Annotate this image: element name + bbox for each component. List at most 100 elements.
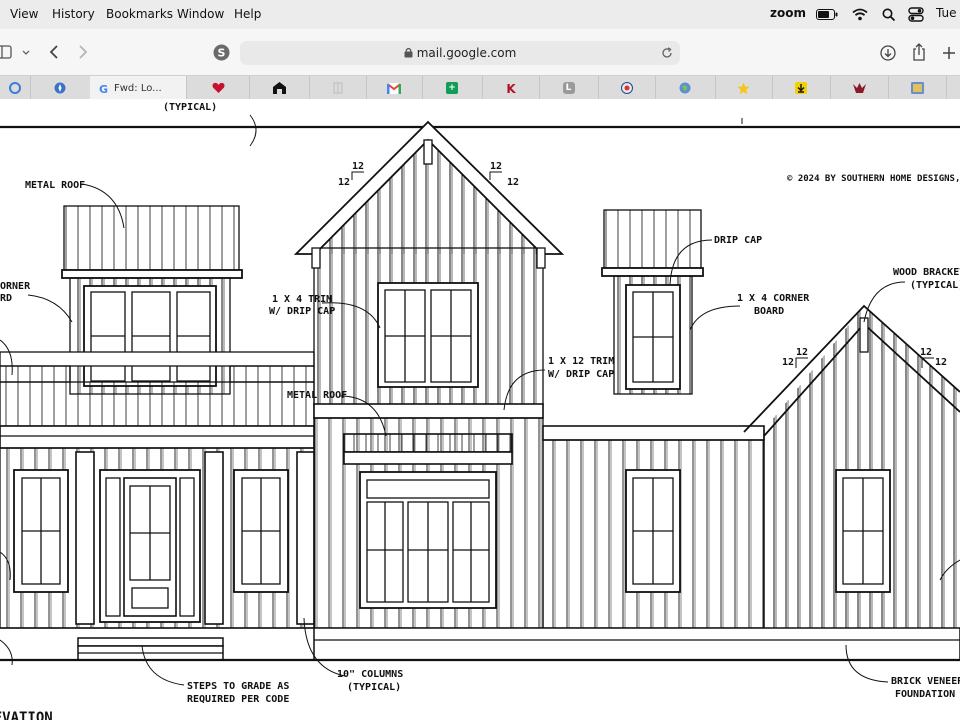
tab-6[interactable] [309,76,367,100]
pitch-rise-3: 12 [796,347,808,358]
tab-7[interactable] [366,76,423,100]
note-metal-roof-1: METAL ROOF [25,180,85,191]
left-dormer-roof [63,205,240,271]
porch-metal-roof [0,381,315,427]
porch-column-2 [204,451,224,625]
arch-logo-icon [272,82,286,94]
note-corner-2a: 1 X 4 CORNER [737,293,810,304]
compass-icon [54,82,66,94]
svg-text:S: S [218,47,226,60]
menu-history[interactable]: History [52,7,95,21]
pitch-rise-2: 12 [490,161,502,172]
share-icon[interactable] [912,43,926,61]
spotlight-search-icon[interactable] [882,8,896,22]
l-letter-icon: L [562,82,575,94]
note-bracket-b: (TYPICAL) [910,280,960,291]
gmail-icon [387,82,401,94]
sheets-icon: + [446,82,458,94]
chevron-down-icon[interactable] [22,50,30,56]
crown-icon [852,82,866,93]
menu-bookmarks[interactable]: Bookmarks [106,7,173,21]
menu-bar: View History Bookmarks Window Help zoom … [0,0,960,29]
wifi-icon[interactable] [852,8,868,21]
pitch-rise-1: 12 [352,161,364,172]
tab-5[interactable] [249,76,310,100]
heart-icon [212,82,224,93]
note-steps-b: REQUIRED PER CODE [187,694,289,705]
blue-circle-icon [9,82,21,94]
tab-12[interactable] [655,76,716,100]
tab-16[interactable] [888,76,947,100]
pitch-run-3: 12 [782,357,794,368]
pitch-run-1: 12 [338,177,350,188]
note-brick-a: BRICK VENEER [891,676,960,687]
download-box-icon [795,82,807,94]
menu-help[interactable]: Help [234,7,261,21]
battery-icon[interactable] [816,9,838,20]
note-typical-top: (TYPICAL) [163,102,217,113]
tab-10[interactable]: L [539,76,599,100]
tab-9[interactable]: K [482,76,540,100]
note-trim-1x4-b: W/ DRIP CAP [269,306,335,317]
control-center-icon[interactable] [908,7,924,22]
note-trim-1x12-b: W/ DRIP CAP [548,369,614,380]
note-bracket-a: WOOD BRACKET [893,267,960,278]
right-dormer-roof [603,209,702,269]
note-corner-1a: ORNER [0,281,31,292]
seal-icon [620,82,633,94]
note-brick-b: FOUNDATION [895,689,955,700]
copyright-notice: © 2024 BY SOUTHERN HOME DESIGNS,® INCO [787,174,960,184]
active-tab-title: Fwd: Lo... [114,82,162,94]
brick-foundation [313,627,960,661]
svg-text:K: K [506,82,516,94]
globe-icon [679,82,691,94]
tab-15[interactable] [830,76,889,100]
tab-8[interactable]: + [422,76,483,100]
tab-4[interactable] [187,76,250,100]
new-tab-icon[interactable] [942,46,956,60]
back-icon[interactable] [49,44,59,60]
note-drip-cap: DRIP CAP [714,235,762,246]
lock-icon [404,47,413,58]
tab-1[interactable] [0,76,31,100]
tab-bar: G Fwd: Lo... + K L [0,75,960,101]
note-metal-roof-2: METAL ROOF [287,390,347,401]
note-trim-1x4-a: 1 X 4 TRIM [272,294,332,305]
tab-13[interactable] [715,76,773,100]
k-logo-icon: K [506,82,516,94]
menu-view[interactable]: View [10,7,38,21]
bay-metal-roof [343,433,513,453]
note-trim-1x12-a: 1 X 12 TRIM [548,356,614,367]
note-columns-a: 10" COLUMNS [337,669,403,680]
pitch-run-4: 12 [935,357,947,368]
address-bar[interactable]: mail.google.com [240,41,680,65]
tab-11[interactable] [598,76,656,100]
porch-column-1 [75,451,95,625]
photo-icon [910,82,924,94]
menubar-clock[interactable]: Tue I [936,6,960,20]
faded-logo-icon [333,82,342,94]
star-icon [737,82,750,94]
reload-icon[interactable] [661,47,673,59]
zoom-status-item[interactable]: zoom [770,6,806,20]
note-corner-1b: RD [0,293,12,304]
pitch-run-2: 12 [507,177,519,188]
note-corner-2b: BOARD [754,306,784,317]
front-elevation-drawing: (TYPICAL) METAL ROOF ORNER RD 1 X 4 TRIM… [0,99,960,720]
pitch-rise-4: 12 [920,347,932,358]
tab-2[interactable] [30,76,91,100]
tab-14[interactable] [772,76,831,100]
note-steps-a: STEPS TO GRADE AS [187,681,289,692]
note-columns-b: (TYPICAL) [347,682,401,693]
elevation-title: T ELEVATION [0,710,53,720]
svg-text:G: G [99,83,108,94]
forward-icon[interactable] [78,44,88,60]
site-favicon-icon[interactable]: S [213,44,230,61]
google-icon: G [99,83,108,94]
sidebar-toggle-icon[interactable] [0,45,12,59]
url-text: mail.google.com [416,46,517,60]
porch-column-3 [296,451,315,625]
menu-window[interactable]: Window [177,7,224,21]
tab-active[interactable]: G Fwd: Lo... [90,76,187,100]
downloads-icon[interactable] [880,45,896,61]
